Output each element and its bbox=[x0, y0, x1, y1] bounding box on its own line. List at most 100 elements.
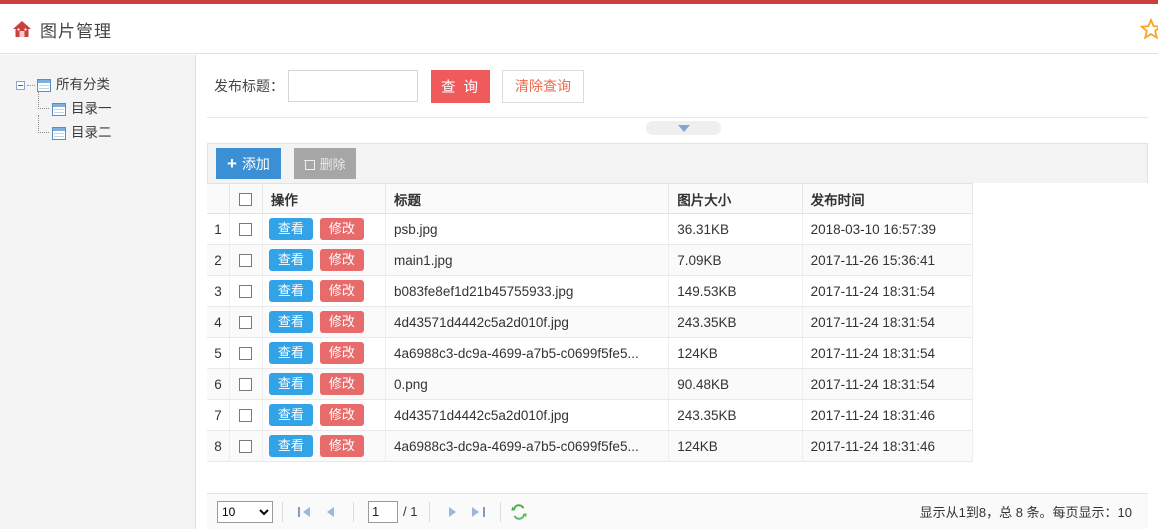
star-icon[interactable] bbox=[1140, 18, 1158, 40]
prev-page-icon[interactable] bbox=[322, 503, 340, 521]
table-header-row: 操作 标题 图片大小 发布时间 bbox=[207, 183, 974, 214]
view-button[interactable]: 查看 bbox=[268, 404, 313, 426]
edit-button[interactable]: 修改 bbox=[319, 435, 364, 457]
table-header: 操作 标题 图片大小 发布时间 bbox=[207, 183, 974, 214]
home-icon bbox=[11, 18, 33, 40]
table-row[interactable]: 4 查看 修改 4d43571d4442c5a2d010f.jpg 243.35KB 20… bbox=[207, 306, 974, 338]
main-content: 发布标题： 查 询 清除查询 + 添加 删除 操作 标题 图片大小 发布时间 1… bbox=[197, 55, 1158, 529]
tree-connector bbox=[38, 115, 52, 145]
edit-button[interactable]: 修改 bbox=[319, 280, 364, 302]
row-checkbox-cell bbox=[229, 430, 263, 462]
row-index: 5 bbox=[207, 337, 231, 369]
tree-node-root[interactable]: 所有分类 bbox=[0, 73, 195, 97]
delete-button[interactable]: 删除 bbox=[293, 148, 356, 179]
view-button[interactable]: 查看 bbox=[268, 311, 313, 333]
view-button[interactable]: 查看 bbox=[268, 249, 313, 271]
search-toolbar: 发布标题： 查 询 清除查询 bbox=[197, 55, 1158, 117]
tree-node-catalog-1[interactable]: 目录一 bbox=[0, 91, 195, 121]
page-size-select[interactable]: 10203050 bbox=[217, 500, 273, 523]
tree-connector bbox=[38, 91, 52, 121]
view-button[interactable]: 查看 bbox=[268, 342, 313, 364]
view-button[interactable]: 查看 bbox=[268, 435, 313, 457]
clear-query-button[interactable]: 清除查询 bbox=[502, 69, 585, 103]
table-row[interactable]: 2 查看 修改 main1.jpg 7.09KB 2017-11-26 15:36:41 bbox=[207, 244, 974, 276]
page-title: 图片管理 bbox=[40, 22, 112, 41]
row-index: 1 bbox=[207, 213, 231, 245]
row-actions: 查看 修改 bbox=[262, 337, 387, 369]
query-button[interactable]: 查 询 bbox=[431, 69, 491, 103]
view-button[interactable]: 查看 bbox=[268, 373, 313, 395]
row-actions: 查看 修改 bbox=[262, 244, 387, 276]
row-size: 149.53KB bbox=[668, 275, 803, 307]
row-actions: 查看 修改 bbox=[262, 275, 387, 307]
refresh-icon[interactable] bbox=[510, 503, 528, 521]
edit-button[interactable]: 修改 bbox=[319, 342, 364, 364]
row-title: b083fe8ef1d21b45755933.jpg bbox=[385, 275, 670, 307]
row-title: 4d43571d4442c5a2d010f.jpg bbox=[385, 306, 670, 338]
row-checkbox[interactable] bbox=[239, 409, 253, 423]
row-checkbox-cell bbox=[229, 244, 263, 276]
table-row[interactable]: 8 查看 修改 4a6988c3-dc9a-4699-a7b5-c0699f5fe5.… bbox=[207, 430, 974, 462]
edit-button[interactable]: 修改 bbox=[319, 373, 364, 395]
table-row[interactable]: 1 查看 修改 psb.jpg 36.31KB 2018-03-10 16:57:39 bbox=[207, 213, 974, 245]
add-button[interactable]: + 添加 bbox=[216, 148, 281, 179]
select-all-checkbox[interactable] bbox=[239, 192, 253, 206]
row-title: 4a6988c3-dc9a-4699-a7b5-c0699f5fe5... bbox=[385, 430, 670, 462]
row-checkbox[interactable] bbox=[239, 254, 253, 268]
edit-button[interactable]: 修改 bbox=[319, 218, 364, 240]
row-checkbox-cell bbox=[229, 306, 263, 338]
table-row[interactable]: 7 查看 修改 4d43571d4442c5a2d010f.jpg 243.35KB 20… bbox=[207, 399, 974, 431]
folder-icon bbox=[37, 78, 51, 92]
trash-icon bbox=[303, 158, 316, 170]
view-button[interactable]: 查看 bbox=[268, 280, 313, 302]
search-input[interactable] bbox=[288, 70, 418, 102]
panel-collapse-strip bbox=[207, 117, 1148, 137]
row-checkbox-cell bbox=[229, 275, 263, 307]
row-index: 4 bbox=[207, 306, 231, 338]
row-checkbox[interactable] bbox=[239, 347, 253, 361]
row-checkbox[interactable] bbox=[239, 316, 253, 330]
grid-toolbar: + 添加 删除 bbox=[207, 143, 1148, 183]
row-checkbox[interactable] bbox=[239, 285, 253, 299]
table-row[interactable]: 6 查看 修改 0.png 90.48KB 2017-11-24 18:31:54 bbox=[207, 368, 974, 400]
divider bbox=[429, 501, 431, 522]
page-root: 图片管理 所有分类 目录一 目录二 发布标题： 查 询 清除查询 + 添加 删除… bbox=[0, 0, 1158, 529]
row-actions: 查看 修改 bbox=[262, 306, 387, 338]
row-time: 2017-11-24 18:31:46 bbox=[802, 399, 974, 431]
page-number-input[interactable] bbox=[368, 500, 398, 523]
th-title: 标题 bbox=[385, 183, 670, 214]
edit-button[interactable]: 修改 bbox=[319, 404, 364, 426]
th-index bbox=[207, 183, 231, 214]
tree-connector bbox=[27, 84, 35, 86]
row-title: psb.jpg bbox=[385, 213, 670, 245]
row-checkbox-cell bbox=[229, 399, 263, 431]
delete-button-label: 删除 bbox=[319, 157, 346, 172]
row-time: 2018-03-10 16:57:39 bbox=[802, 213, 974, 245]
row-checkbox[interactable] bbox=[239, 440, 253, 454]
table-row[interactable]: 5 查看 修改 4a6988c3-dc9a-4699-a7b5-c0699f5fe5.… bbox=[207, 337, 974, 369]
row-checkbox[interactable] bbox=[239, 223, 253, 237]
row-actions: 查看 修改 bbox=[262, 430, 387, 462]
category-tree-panel: 所有分类 目录一 目录二 bbox=[0, 55, 196, 529]
image-table: 操作 标题 图片大小 发布时间 1 查看 修改 psb.jpg 36.31KB 2018-… bbox=[207, 183, 974, 462]
row-time: 2017-11-24 18:31:54 bbox=[802, 337, 974, 369]
row-time: 2017-11-24 18:31:46 bbox=[802, 430, 974, 462]
collapse-minus-icon[interactable] bbox=[16, 80, 25, 90]
collapse-toggle-button[interactable] bbox=[646, 121, 721, 135]
row-title: 4d43571d4442c5a2d010f.jpg bbox=[385, 399, 670, 431]
row-index: 3 bbox=[207, 275, 231, 307]
edit-button[interactable]: 修改 bbox=[319, 311, 364, 333]
last-page-icon[interactable] bbox=[469, 503, 487, 521]
next-page-icon[interactable] bbox=[443, 503, 461, 521]
row-size: 243.35KB bbox=[668, 306, 803, 338]
edit-button[interactable]: 修改 bbox=[319, 249, 364, 271]
row-checkbox[interactable] bbox=[239, 378, 253, 392]
view-button[interactable]: 查看 bbox=[268, 218, 313, 240]
first-page-icon[interactable] bbox=[296, 503, 314, 521]
tree-node-label: 目录一 bbox=[71, 101, 112, 116]
table-row[interactable]: 3 查看 修改 b083fe8ef1d21b45755933.jpg 149.53KB 2… bbox=[207, 275, 974, 307]
th-size: 图片大小 bbox=[668, 183, 803, 214]
th-select-all bbox=[229, 183, 263, 214]
tree-node-catalog-2[interactable]: 目录二 bbox=[0, 115, 195, 145]
row-size: 124KB bbox=[668, 337, 803, 369]
